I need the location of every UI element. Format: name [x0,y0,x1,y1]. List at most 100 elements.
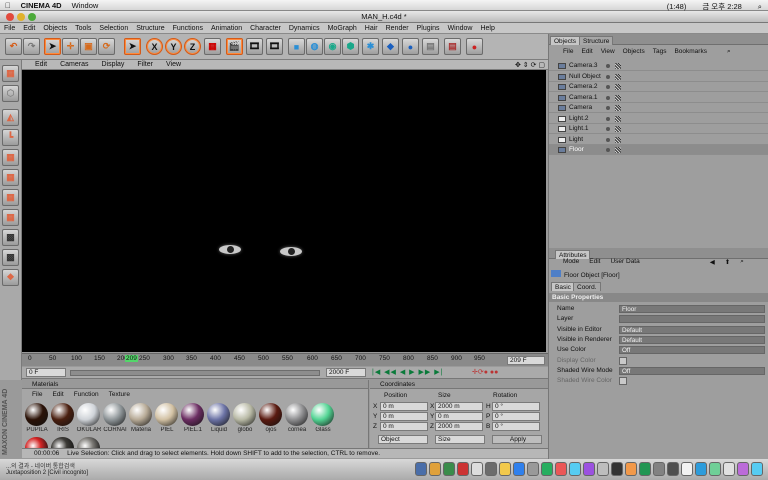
dock-app-icon[interactable] [541,462,553,476]
visibility-dot[interactable] [606,106,610,110]
3d-viewport[interactable] [22,70,546,352]
attribute-value[interactable]: Off [619,346,765,355]
move-icon[interactable]: ✛ [62,38,79,55]
texture-mode-icon[interactable]: ◭ [2,109,19,126]
material-swatch[interactable] [129,403,152,426]
z-axis-icon[interactable]: Z [184,38,201,55]
attr-menu-user-data[interactable]: User Data [610,258,639,266]
coord-size-field[interactable]: 2000 m [435,402,483,411]
material-swatch[interactable] [233,403,256,426]
world-coord-icon[interactable]: ▦ [204,38,221,55]
attr-menu-edit[interactable]: Edit [589,258,600,266]
material-swatch[interactable] [181,403,204,426]
menu-functions[interactable]: Functions [173,25,203,32]
tag-icon[interactable] [615,136,621,143]
scene-icon[interactable]: ◆ [382,38,399,55]
coord-pos-field[interactable]: 0 m [380,422,428,431]
dock-app-icon[interactable] [527,462,539,476]
tag-icon[interactable] [615,126,621,132]
menu-hair[interactable]: Hair [365,25,378,32]
material-swatch[interactable] [25,403,48,426]
coord-mode-select[interactable]: Object [378,435,428,444]
object-row[interactable]: Light [549,135,768,145]
dock-app-icon[interactable] [569,462,581,476]
menu-dynamics[interactable]: Dynamics [289,25,320,32]
menu-help[interactable]: Help [480,25,494,32]
dock-app-icon[interactable] [681,462,693,476]
end-frame-field[interactable]: 2000 F [326,368,366,377]
coord-rot-field[interactable]: 0 ° [492,412,540,421]
edges-mode-icon[interactable]: ▦ [2,169,19,186]
coord-size-field[interactable]: 0 m [435,412,483,421]
app-menu-name[interactable]: CINEMA 4D [21,1,62,10]
dock-app-icon[interactable] [597,462,609,476]
dock-app-icon[interactable] [457,462,469,476]
materials-menu-texture[interactable]: Texture [109,391,130,398]
sculpt-mode-icon[interactable]: ▩ [2,249,19,266]
material-swatch[interactable] [77,437,100,448]
material-swatch[interactable] [259,403,282,426]
cube-icon[interactable]: ■ [288,38,305,55]
dock-app-icon[interactable] [513,462,525,476]
dock-app-icon[interactable] [555,462,567,476]
menu-edit[interactable]: Edit [23,25,35,32]
material-swatch[interactable] [207,403,230,426]
menu-tools[interactable]: Tools [75,25,91,32]
playback-controls[interactable]: |◀ ◀◀ ◀ ▶ ▶▶ ▶| [372,368,443,376]
object-row[interactable]: Camera.2 [549,82,768,92]
tag-icon[interactable] [615,63,621,69]
minimize-button[interactable] [17,13,25,21]
material-swatch[interactable] [103,403,126,426]
tag-icon[interactable] [615,115,621,122]
objects-menu-edit[interactable]: Edit [581,48,592,56]
viewport-menu-cameras[interactable]: Cameras [60,61,88,68]
current-frame-marker[interactable]: 209 [125,355,138,362]
snap-icon[interactable]: ❖ [2,269,19,286]
rotate-icon[interactable]: ⟳ [98,38,115,55]
coord-rot-field[interactable]: 0 ° [492,422,540,431]
material-swatch[interactable] [155,403,178,426]
materials-menu-edit[interactable]: Edit [52,391,63,398]
dock-app-icon[interactable] [653,462,665,476]
visibility-dot[interactable] [606,127,610,131]
viewport-menu-view[interactable]: View [166,61,181,68]
timeline-ruler[interactable]: 0 50 100 150 200 209 250 300 350 400 450… [22,353,548,366]
viewport-menu-display[interactable]: Display [101,61,124,68]
menu-mograph[interactable]: MoGraph [328,25,357,32]
back-arrow-icon[interactable]: ◀ [710,258,715,266]
spotlight-icon[interactable]: ⌕ [758,2,762,12]
dock-app-icon[interactable] [723,462,735,476]
start-frame-field[interactable]: 0 F [26,368,66,377]
tab-structure[interactable]: Structure [579,36,614,45]
dock-app-icon[interactable] [751,462,763,476]
menu-file[interactable]: File [4,25,15,32]
object-mode-icon[interactable]: ⬡ [2,85,19,102]
coord-pos-field[interactable]: 0 m [380,412,428,421]
materials-menu-function[interactable]: Function [74,391,99,398]
particle-icon[interactable]: ▤ [444,38,461,55]
x-axis-icon[interactable]: X [146,38,163,55]
search-icon[interactable]: ⌕ [727,48,731,56]
viewport-nav-icons[interactable]: ✥ ⇕ ⟳ ▢ [515,61,545,69]
current-frame-field[interactable]: 209 F [507,356,545,365]
viewport-menu-filter[interactable]: Filter [137,61,153,68]
dock-app-icon[interactable] [625,462,637,476]
tag-icon[interactable] [615,105,621,111]
color-swatch[interactable] [619,377,627,386]
tag-icon[interactable] [615,73,621,80]
dock-app-icon[interactable] [499,462,511,476]
redo-icon[interactable]: ↷ [23,38,40,55]
object-row[interactable]: Camera.3 [549,61,768,71]
menu-plugins[interactable]: Plugins [417,25,440,32]
scale-icon[interactable]: ▣ [80,38,97,55]
subtab-coord[interactable]: Coord. [573,282,601,291]
y-axis-icon[interactable]: Y [165,38,182,55]
dock-app-icon[interactable] [737,462,749,476]
menu-structure[interactable]: Structure [136,25,164,32]
search-icon[interactable]: ⌕ [740,258,744,266]
record-icon[interactable]: ● [466,38,483,55]
dock-app-icon[interactable] [709,462,721,476]
attr-menu-mode[interactable]: Mode [563,258,579,266]
coord-size-select[interactable]: Size [435,435,485,444]
viewport-menu-edit[interactable]: Edit [35,61,47,68]
